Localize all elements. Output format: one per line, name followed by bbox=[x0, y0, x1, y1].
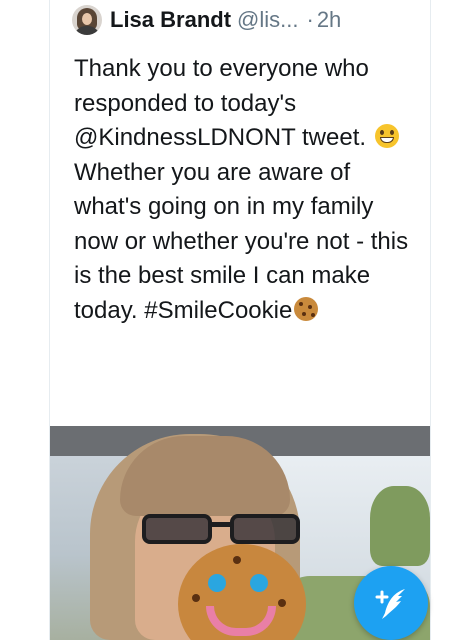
compose-tweet-button[interactable] bbox=[354, 566, 428, 640]
cookie-icon bbox=[294, 296, 319, 321]
grinning-face-icon bbox=[374, 124, 399, 148]
author-name[interactable]: Lisa Brandt bbox=[110, 7, 231, 33]
tweet-timestamp[interactable]: 2h bbox=[317, 7, 341, 33]
tweet-text-part2: Whether you are aware of what's going on… bbox=[74, 158, 409, 324]
tweet-text-part1: Thank you to everyone who responded to t… bbox=[74, 55, 369, 151]
tweet-text: Thank you to everyone who responded to t… bbox=[74, 52, 419, 328]
separator-dot: · bbox=[306, 7, 314, 32]
avatar[interactable] bbox=[72, 5, 102, 35]
tweet-header: Lisa Brandt @lis... · 2h bbox=[72, 4, 341, 36]
compose-tweet-icon bbox=[375, 589, 405, 619]
tweet-card[interactable]: Lisa Brandt @lis... · 2h Thank you to ev… bbox=[49, 0, 431, 640]
author-handle[interactable]: @lis... bbox=[237, 7, 298, 33]
